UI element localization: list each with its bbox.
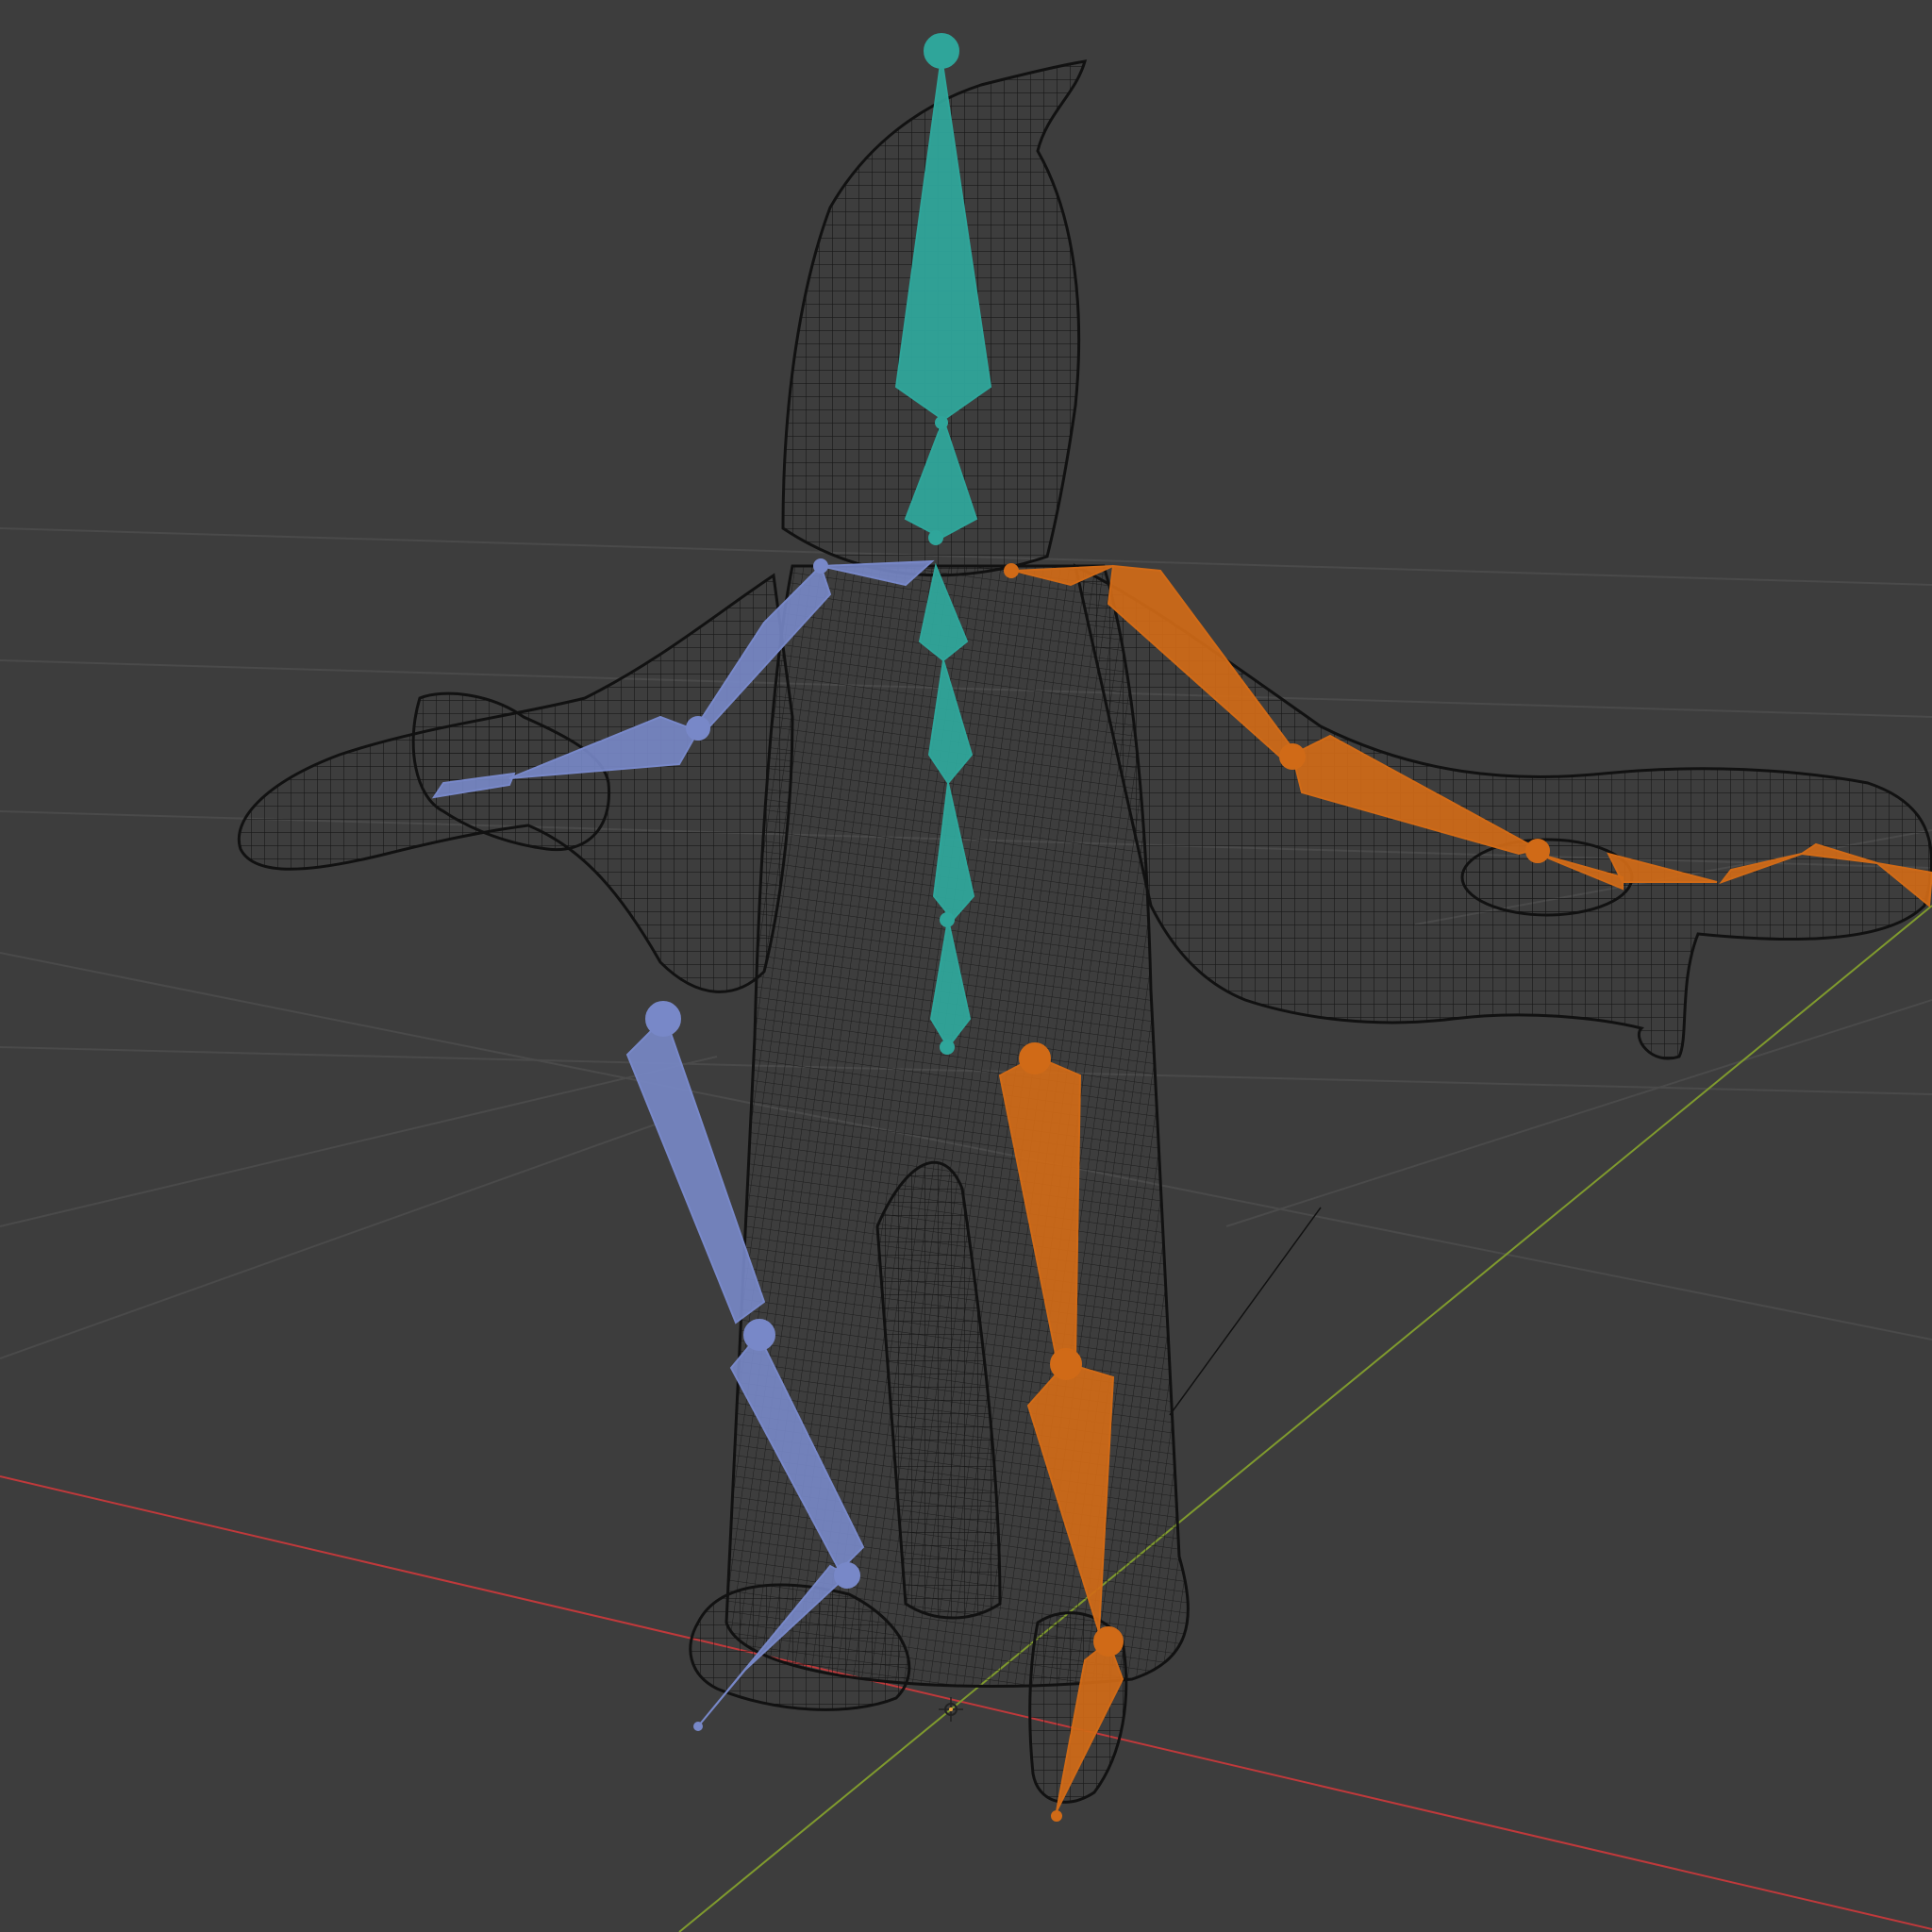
right-wrist-joint[interactable] xyxy=(1525,839,1550,863)
viewport-canvas[interactable] xyxy=(0,0,1932,1932)
left-ankle-joint[interactable] xyxy=(834,1562,860,1589)
neck-joint[interactable] xyxy=(935,416,948,429)
right-elbow-joint[interactable] xyxy=(1279,743,1306,770)
hip-joint[interactable] xyxy=(940,1040,955,1055)
right-toe-joint[interactable] xyxy=(1051,1810,1062,1822)
left-knee-joint[interactable] xyxy=(743,1319,775,1351)
grid-line xyxy=(0,1122,661,1359)
right-shoulder-socket-joint[interactable] xyxy=(1004,563,1019,578)
z-axis-line xyxy=(1169,1207,1322,1416)
left-thigh-bone[interactable] xyxy=(625,1015,766,1324)
cursor-center-dot xyxy=(949,1707,953,1711)
waist-joint[interactable] xyxy=(940,912,955,927)
left-hip-joint[interactable] xyxy=(645,1001,681,1037)
left-elbow-joint[interactable] xyxy=(686,716,710,741)
grid-line xyxy=(1225,999,1932,1227)
right-knee-joint[interactable] xyxy=(1050,1348,1082,1380)
chest-joint[interactable] xyxy=(928,530,943,545)
3d-viewport[interactable] xyxy=(0,0,1932,1932)
right-ankle-joint[interactable] xyxy=(1093,1626,1124,1657)
head-tail-joint[interactable] xyxy=(924,33,959,69)
left-toe-joint[interactable] xyxy=(693,1722,703,1731)
right-hip-joint[interactable] xyxy=(1019,1042,1051,1074)
left-shoulder-joint[interactable] xyxy=(813,558,828,574)
